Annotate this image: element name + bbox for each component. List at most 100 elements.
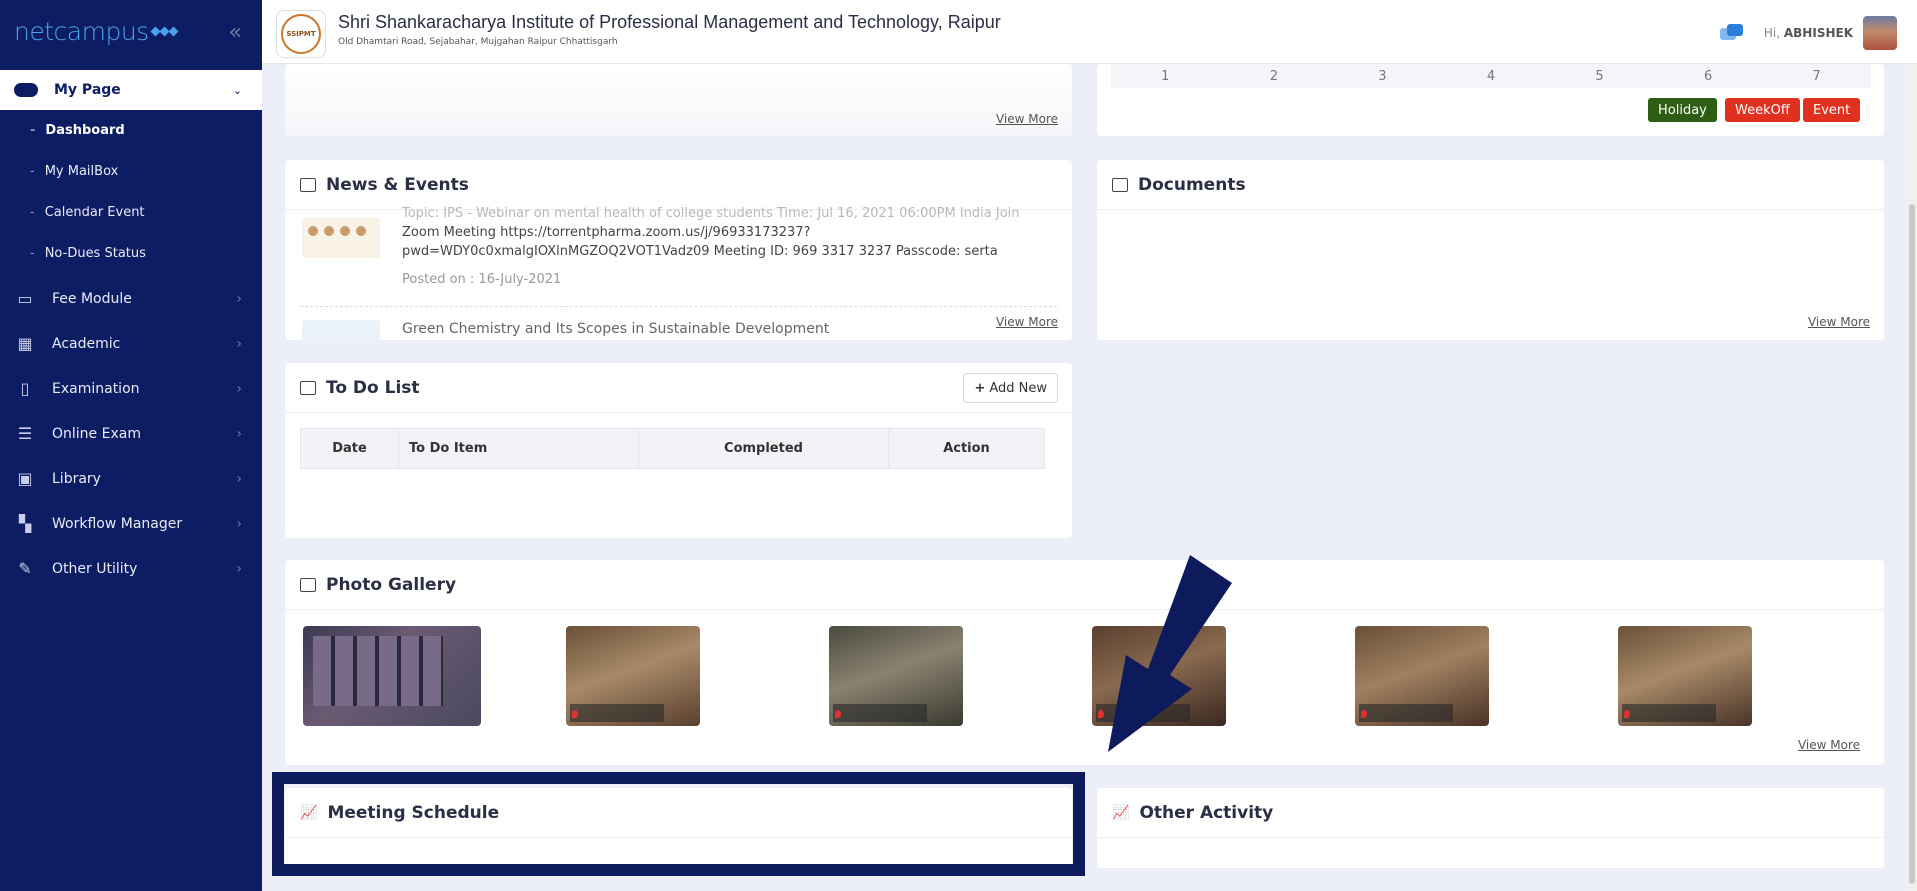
list-icon: ☰: [17, 424, 33, 443]
column-header-date: Date: [300, 428, 399, 469]
news-item-text: Topic: IPS - Webinar on mental health of…: [402, 206, 1020, 221]
view-more-link[interactable]: View More: [996, 112, 1058, 126]
gallery-photo[interactable]: [1618, 626, 1752, 726]
workflow-icon: ▚: [18, 514, 32, 533]
panel-header: Photo Gallery: [285, 560, 1884, 610]
sidebar-item-fee-module[interactable]: ▭ Fee Module ›: [0, 276, 262, 321]
subnav: - Dashboard - My MailBox - Calendar Event -…: [0, 110, 262, 274]
news-icon: [300, 177, 316, 192]
sidebar-subitem-dashboard[interactable]: - Dashboard: [0, 110, 262, 151]
sidebar-item-online-exam[interactable]: ☰ Online Exam ›: [0, 411, 262, 456]
clipboard-icon: ▯: [20, 379, 30, 398]
scrollbar[interactable]: [1907, 64, 1917, 891]
panel-title: News & Events: [326, 174, 469, 195]
institute-name: Shri Shankaracharya Institute of Profess…: [338, 12, 1001, 32]
add-new-button[interactable]: + Add New: [963, 373, 1058, 403]
calendar-day[interactable]: 7: [1813, 69, 1821, 84]
greeting-text: Hi,: [1763, 26, 1781, 40]
brand-logo[interactable]: netcampus: [0, 0, 262, 62]
building-icon: ▦: [17, 334, 33, 353]
map-pin-icon: [835, 710, 841, 718]
calendar-day[interactable]: 4: [1487, 69, 1495, 84]
news-item-title[interactable]: Green Chemistry and Its Scopes in Sustai…: [402, 320, 829, 339]
news-thumbnail[interactable]: [302, 218, 380, 258]
top-left-panel: View More: [285, 64, 1072, 136]
column-header-completed: Completed: [638, 428, 889, 469]
calendar-day[interactable]: 6: [1704, 69, 1712, 84]
todo-panel: To Do List + Add New Date To Do Item Comp…: [285, 363, 1072, 538]
news-item-text[interactable]: Zoom Meeting https://torrentpharma.zoom.…: [402, 223, 810, 242]
user-name: ABHISHEK: [1783, 26, 1853, 40]
legend-event: Event: [1803, 98, 1861, 122]
sidebar-item-library[interactable]: ▣ Library ›: [0, 456, 262, 501]
calendar-day[interactable]: 3: [1378, 69, 1386, 84]
calendar-day[interactable]: 1: [1161, 69, 1169, 84]
gallery-photo[interactable]: [303, 626, 481, 726]
gallery-photo[interactable]: [1355, 626, 1489, 726]
top-header: SSIPMT Shri Shankaracharya Institute of …: [262, 0, 1917, 64]
logo-mark-icon: [150, 26, 179, 36]
column-header-action: Action: [888, 428, 1045, 469]
sidebar-item-other-utility[interactable]: ✎ Other Utility ›: [0, 546, 262, 591]
sidebar-subitem-calendar-event[interactable]: - Calendar Event: [0, 192, 262, 233]
chevron-down-icon: ⌄: [232, 83, 242, 97]
sidebar: netcampus « My Page ⌄ - Dashboard - My Mai…: [0, 0, 262, 891]
chevron-right-icon: ›: [236, 380, 242, 397]
sidebar-subitem-mailbox[interactable]: - My MailBox: [0, 151, 262, 192]
divider: [300, 306, 1057, 307]
sidebar-item-label: Workflow Manager: [52, 515, 183, 532]
money-icon: ▭: [17, 289, 33, 308]
chat-icon[interactable]: [1719, 24, 1744, 42]
list-icon: [300, 380, 316, 395]
sidebar-item-my-page[interactable]: My Page ⌄: [0, 70, 262, 110]
other-activity-panel: 📈 Other Activity: [1097, 788, 1884, 868]
sidebar-item-label: Academic: [52, 335, 121, 352]
chevron-right-icon: ›: [236, 290, 242, 307]
calendar-day[interactable]: 5: [1595, 69, 1603, 84]
sidebar-item-workflow-manager[interactable]: ▚ Workflow Manager ›: [0, 501, 262, 546]
annotation-arrow-icon: [1108, 555, 1232, 752]
highlight-box: [272, 772, 1085, 876]
gallery-photo[interactable]: [829, 626, 963, 726]
institute-address: Old Dhamtari Road, Sejabahar, Mujgahan R…: [338, 37, 618, 47]
map-pin-icon: [572, 710, 578, 718]
panel-title: Other Activity: [1139, 802, 1274, 823]
sidebar-item-label: Online Exam: [52, 425, 141, 442]
sidebar-item-academic[interactable]: ▦ Academic ›: [0, 321, 262, 366]
legend-weekoff: WeekOff: [1725, 98, 1800, 122]
sidebar-item-label: My Page: [54, 82, 121, 98]
user-area: Hi, ABHISHEK: [1719, 16, 1897, 50]
sidebar-item-label: Library: [52, 470, 101, 487]
plus-icon: +: [974, 380, 986, 396]
tools-icon: ✎: [18, 559, 32, 578]
scrollbar-thumb[interactable]: [1909, 204, 1915, 884]
todo-table: Date To Do Item Completed Action: [300, 428, 1045, 469]
documents-panel: Documents View More: [1097, 160, 1884, 340]
calendar-day[interactable]: 2: [1270, 69, 1278, 84]
chevron-right-icon: ›: [236, 425, 242, 442]
view-more-link[interactable]: View More: [995, 315, 1058, 329]
panel-title: Photo Gallery: [326, 574, 457, 595]
sidebar-menu: ▭ Fee Module › ▦ Academic › ▯ Examination › ☰ O…: [0, 276, 262, 591]
chevron-right-icon: ›: [236, 560, 242, 577]
calendar-days-row: 1 2 3 4 5 6 7: [1111, 64, 1871, 88]
panel-header: 📈 Other Activity: [1097, 788, 1884, 838]
map-pin-icon: [1361, 710, 1367, 718]
sidebar-subitem-no-dues[interactable]: - No-Dues Status: [0, 233, 262, 274]
sidebar-item-examination[interactable]: ▯ Examination ›: [0, 366, 262, 411]
avatar[interactable]: [1863, 16, 1897, 50]
panel-header: Documents: [1097, 160, 1884, 210]
brand-name: netcampus: [14, 16, 149, 46]
news-thumbnail[interactable]: [302, 320, 380, 340]
gallery-photo[interactable]: [566, 626, 700, 726]
add-new-label: Add New: [989, 380, 1047, 396]
sidebar-item-label: No-Dues Status: [44, 246, 146, 261]
collapse-sidebar-icon[interactable]: «: [229, 20, 242, 45]
sidebar-item-label: Examination: [52, 380, 140, 397]
view-more-link[interactable]: View More: [1808, 315, 1870, 329]
sidebar-item-label: Fee Module: [52, 290, 132, 307]
chevron-right-icon: ›: [236, 470, 242, 487]
screen-grid: [313, 636, 443, 706]
institute-logo-text: SSIPMT: [281, 14, 321, 54]
view-more-link[interactable]: View More: [1798, 738, 1860, 752]
